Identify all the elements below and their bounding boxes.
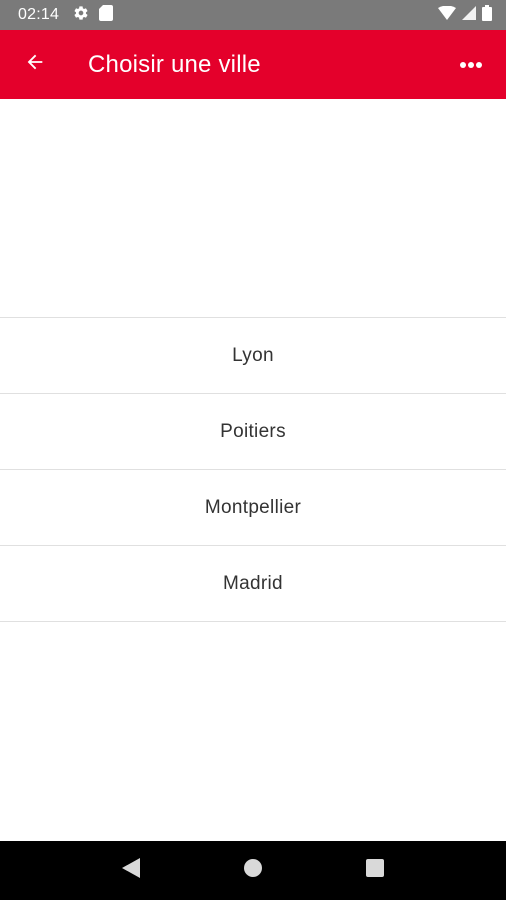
signal-icon <box>462 5 476 25</box>
nav-recents-button[interactable] <box>355 851 395 891</box>
navigation-bar <box>0 841 506 900</box>
status-right-icons <box>438 4 492 26</box>
status-left-icons <box>73 4 114 26</box>
more-options-button[interactable] <box>436 30 506 99</box>
battery-icon <box>482 4 492 26</box>
content-area: Lyon Poitiers Montpellier Madrid <box>0 99 506 841</box>
nav-back-button[interactable] <box>111 851 151 891</box>
status-bar: 02:14 <box>0 0 506 30</box>
back-button[interactable] <box>0 30 70 99</box>
list-item[interactable]: Lyon <box>0 318 506 394</box>
status-time: 02:14 <box>18 6 60 23</box>
page-title: Choisir une ville <box>88 50 261 78</box>
nav-home-button[interactable] <box>233 851 273 891</box>
wifi-icon <box>438 5 456 25</box>
back-triangle-icon <box>122 858 140 883</box>
city-list: Lyon Poitiers Montpellier Madrid <box>0 317 506 622</box>
home-circle-icon <box>243 858 263 883</box>
app-bar: Choisir une ville <box>0 30 506 99</box>
list-item[interactable]: Madrid <box>0 546 506 622</box>
more-horizontal-icon <box>459 56 483 74</box>
arrow-left-icon <box>24 51 46 78</box>
gear-icon <box>73 5 89 26</box>
sd-card-icon <box>99 4 114 26</box>
list-item[interactable]: Montpellier <box>0 470 506 546</box>
recents-square-icon <box>366 859 384 882</box>
list-item[interactable]: Poitiers <box>0 394 506 470</box>
